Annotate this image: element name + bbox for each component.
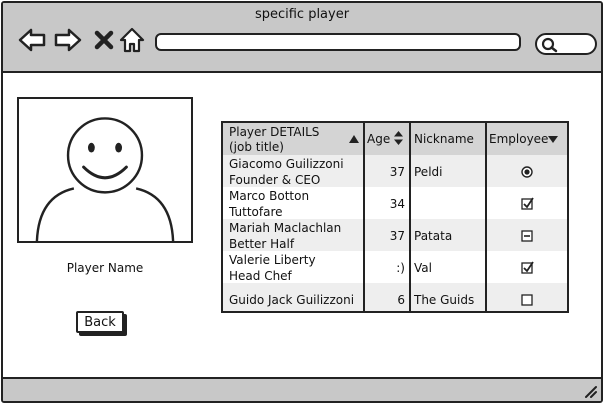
- person-avatar-icon: [35, 117, 175, 241]
- column-header-age[interactable]: Age: [367, 132, 390, 147]
- column-divider: [485, 123, 487, 311]
- browser-window: specific player Player Name Back Player …: [1, 1, 603, 403]
- home-icon[interactable]: [117, 25, 147, 55]
- sort-ascending-icon[interactable]: [349, 135, 359, 143]
- checkbox-unchecked-icon[interactable]: [521, 294, 533, 306]
- player-details-table: Player DETAILS (job title) Age Nickname …: [221, 121, 569, 313]
- back-button[interactable]: Back: [76, 311, 124, 333]
- checkbox-indeterminate-icon[interactable]: [521, 230, 533, 242]
- back-arrow-icon[interactable]: [17, 25, 47, 55]
- job-title-cell: Head Chef: [229, 269, 292, 283]
- stop-close-icon[interactable]: [89, 25, 119, 55]
- job-title-cell: Tuttofare: [229, 205, 283, 219]
- nickname-cell: The Guids: [414, 293, 475, 307]
- player-name-cell: Valerie Liberty: [229, 253, 316, 267]
- forward-arrow-icon[interactable]: [53, 25, 83, 55]
- column-divider: [363, 123, 365, 311]
- header-sublabel: (job title): [229, 140, 284, 154]
- search-input[interactable]: [535, 33, 597, 55]
- player-name-label: Player Name: [66, 261, 144, 275]
- status-bar: [3, 377, 601, 401]
- checkbox-checked-icon[interactable]: [521, 261, 534, 274]
- resize-grip-icon[interactable]: [583, 384, 597, 398]
- column-header-player-details[interactable]: Player DETAILS (job title): [229, 125, 319, 155]
- age-cell: 34: [389, 197, 405, 211]
- job-title-cell: Better Half: [229, 237, 295, 251]
- player-name-cell: Marco Botton: [229, 189, 310, 203]
- browser-toolbar: specific player: [3, 3, 601, 73]
- header-label: Player DETAILS: [229, 125, 320, 139]
- radio-selected-icon[interactable]: [521, 166, 533, 178]
- player-name-cell: Giacomo Guilizzoni: [229, 157, 344, 171]
- player-name-cell: Mariah Maclachlan: [229, 221, 342, 235]
- job-title-cell: Founder & CEO: [229, 173, 321, 187]
- nickname-cell: Val: [414, 261, 432, 275]
- age-cell: 6: [397, 293, 405, 307]
- url-input[interactable]: [155, 33, 521, 51]
- nickname-cell: Patata: [414, 229, 453, 243]
- sort-descending-icon[interactable]: [548, 136, 558, 143]
- nickname-cell: Peldi: [414, 165, 443, 179]
- column-header-nickname[interactable]: Nickname: [414, 132, 474, 147]
- checkbox-checked-icon[interactable]: [521, 197, 534, 210]
- search-icon: [541, 37, 558, 53]
- player-photo-placeholder: [17, 97, 193, 243]
- column-divider: [409, 123, 411, 311]
- age-cell: 37: [389, 165, 405, 179]
- window-title: specific player: [254, 7, 350, 22]
- age-cell: :): [396, 261, 405, 275]
- column-header-employee[interactable]: Employee: [489, 132, 548, 147]
- age-cell: 37: [389, 229, 405, 243]
- sort-both-icon[interactable]: [394, 131, 403, 145]
- player-name-cell: Guido Jack Guilizzoni: [229, 293, 355, 307]
